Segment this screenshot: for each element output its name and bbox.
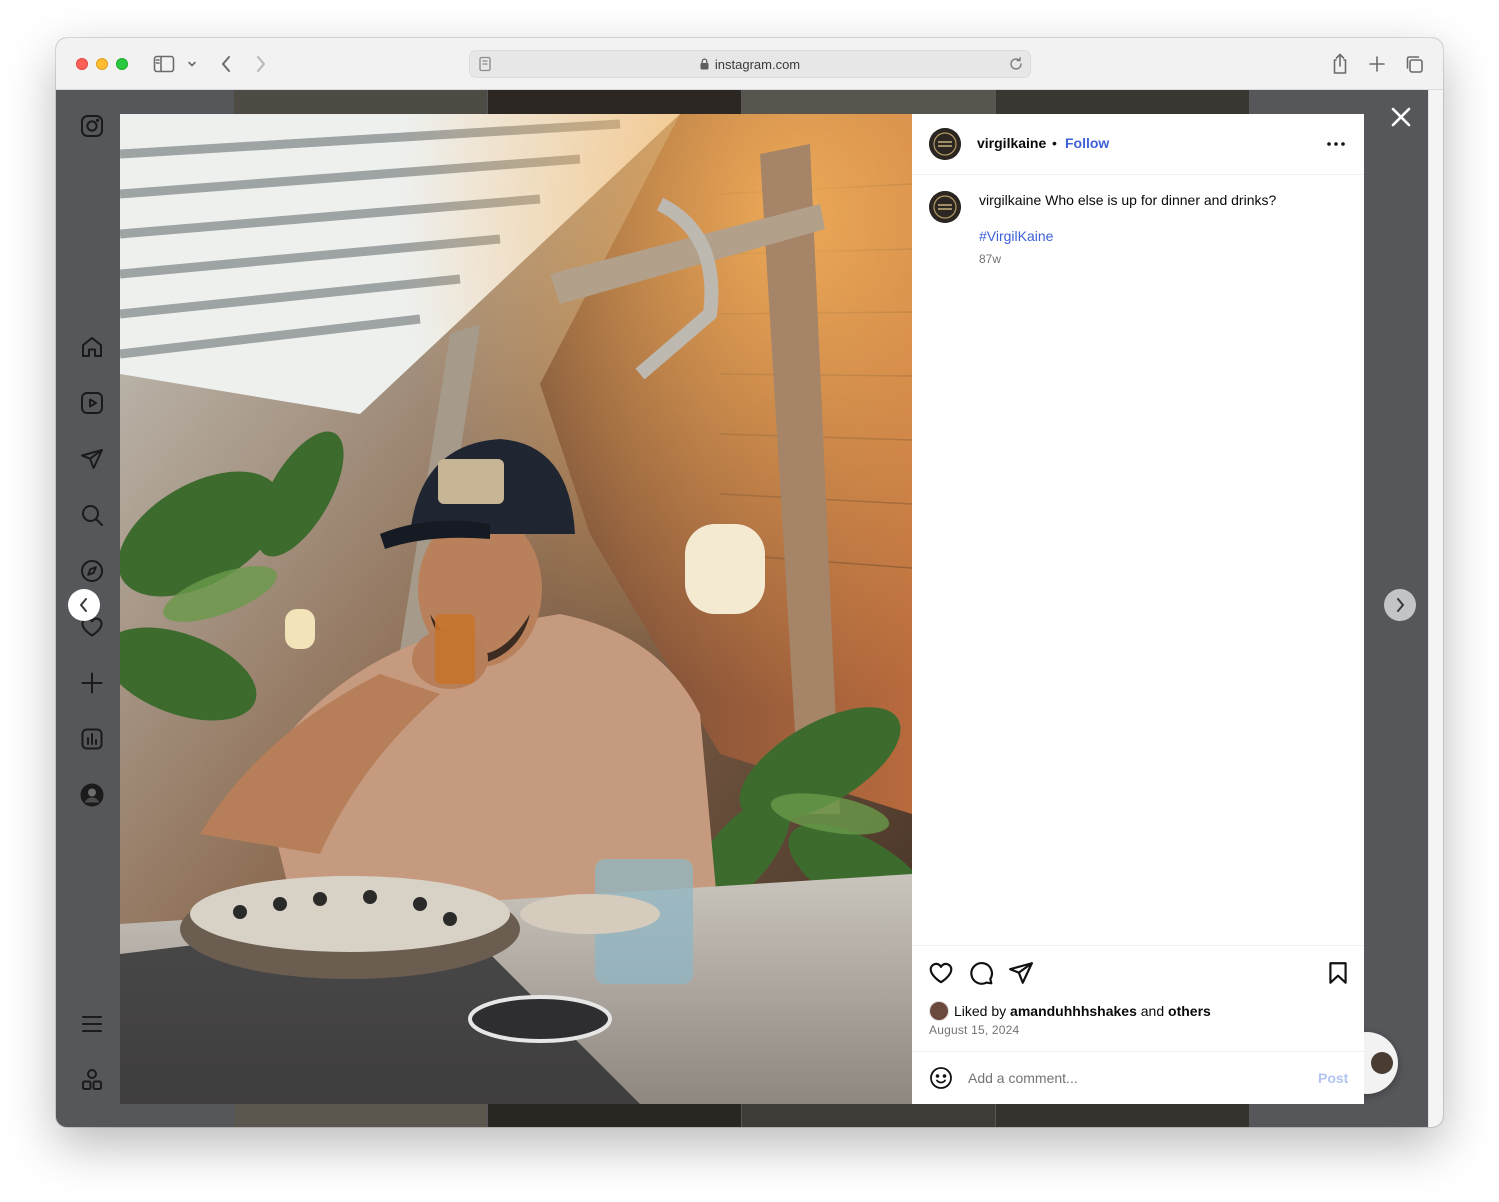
close-modal-icon[interactable]	[1389, 105, 1413, 129]
reload-icon[interactable]	[1008, 56, 1024, 77]
post-caption: virgilkaine Who else is up for dinner an…	[979, 192, 1276, 208]
post-header: virgilkaine • Follow	[912, 114, 1364, 175]
post-date: August 15, 2024	[929, 1023, 1020, 1037]
bg-post-tile	[488, 1104, 741, 1127]
post-age: 87w	[979, 252, 1002, 266]
explore-icon[interactable]	[80, 559, 104, 583]
bg-post-tile	[488, 90, 741, 114]
bg-post-tile	[234, 1104, 487, 1127]
close-window-button[interactable]	[76, 58, 88, 70]
instagram-logo-icon[interactable]	[80, 114, 104, 138]
create-icon[interactable]	[80, 671, 104, 695]
back-icon[interactable]	[214, 52, 238, 76]
messages-icon[interactable]	[80, 447, 104, 471]
more-options-icon[interactable]	[1324, 136, 1348, 152]
comment-bar: Post	[912, 1051, 1364, 1104]
home-icon[interactable]	[80, 335, 104, 359]
bg-post-tile	[742, 1104, 995, 1127]
search-icon[interactable]	[80, 503, 104, 527]
share-post-icon[interactable]	[1008, 960, 1034, 986]
browser-window: instagram.com virgilkaine • Follow virgi…	[56, 38, 1443, 1127]
forward-icon[interactable]	[249, 52, 273, 76]
likes-summary: Liked by amanduhhhshakes and others	[929, 1001, 1211, 1021]
address-bar[interactable]: instagram.com	[469, 50, 1031, 78]
comment-input[interactable]	[968, 1067, 1288, 1089]
caption-avatar[interactable]	[929, 191, 961, 223]
profile-avatar[interactable]	[80, 783, 104, 807]
bg-post-tile	[742, 90, 995, 114]
liked-others[interactable]: others	[1168, 1003, 1211, 1019]
chevron-right-icon	[1397, 598, 1404, 612]
account-avatar[interactable]	[929, 128, 961, 160]
bg-post-tile	[234, 90, 487, 114]
bg-post-tile	[996, 1104, 1249, 1127]
bg-post-tile	[996, 90, 1249, 114]
lock-icon	[700, 58, 709, 73]
dashboard-icon[interactable]	[80, 727, 104, 751]
post-details-panel: virgilkaine • Follow virgilkaine Who els…	[912, 114, 1364, 1104]
previous-post-button[interactable]	[68, 589, 100, 621]
chevron-down-icon[interactable]	[180, 52, 204, 76]
next-post-button[interactable]	[1384, 589, 1416, 621]
post-photo[interactable]	[120, 114, 912, 1104]
zoom-window-button[interactable]	[116, 58, 128, 70]
separator-dot: •	[1052, 135, 1057, 151]
menu-icon[interactable]	[80, 1012, 104, 1036]
browser-toolbar: instagram.com	[56, 38, 1443, 90]
url-text: instagram.com	[714, 57, 801, 72]
liker-avatar[interactable]	[929, 1001, 949, 1021]
liked-and: and	[1140, 1003, 1165, 1019]
comment-icon[interactable]	[968, 960, 994, 986]
follow-button[interactable]: Follow	[1065, 135, 1109, 151]
page-scrollbar[interactable]	[1428, 90, 1443, 1127]
sidebar-icon[interactable]	[152, 52, 176, 76]
liked-user[interactable]: amanduhhhshakes	[1010, 1003, 1137, 1019]
hashtag-link[interactable]: #VirgilKaine	[979, 228, 1053, 244]
post-comment-button[interactable]: Post	[1318, 1070, 1348, 1086]
more-apps-icon[interactable]	[80, 1068, 104, 1092]
emoji-icon[interactable]	[929, 1066, 953, 1090]
liked-prefix: Liked by	[954, 1003, 1007, 1019]
like-icon[interactable]	[928, 960, 954, 986]
reels-icon[interactable]	[80, 391, 104, 415]
post-modal: virgilkaine • Follow virgilkaine Who els…	[120, 114, 1364, 1104]
chevron-left-icon	[80, 598, 87, 612]
caption-username[interactable]: virgilkaine	[979, 192, 1041, 208]
post-actions: Liked by amanduhhhshakes and others Augu…	[912, 945, 1364, 1051]
tabs-overview-icon[interactable]	[1402, 52, 1426, 76]
new-tab-icon[interactable]	[1365, 52, 1389, 76]
minimize-window-button[interactable]	[96, 58, 108, 70]
save-bookmark-icon[interactable]	[1325, 960, 1351, 986]
post-username[interactable]: virgilkaine	[977, 135, 1046, 151]
caption-text: Who else is up for dinner and drinks?	[1045, 192, 1277, 208]
page-content: virgilkaine • Follow virgilkaine Who els…	[56, 90, 1428, 1127]
share-icon[interactable]	[1328, 52, 1352, 76]
